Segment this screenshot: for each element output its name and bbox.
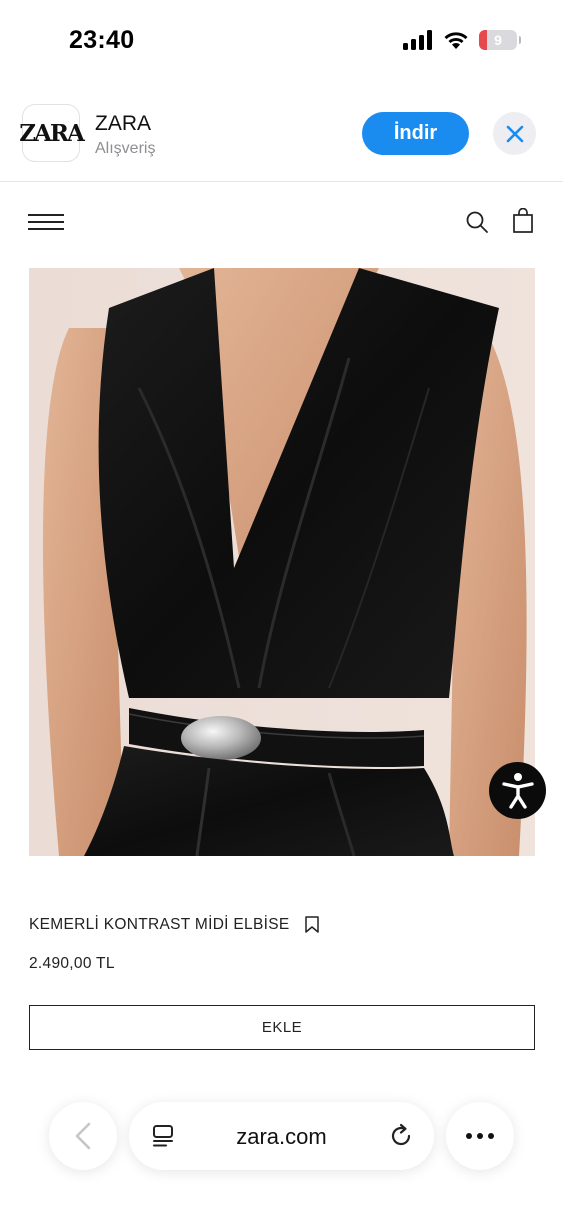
product-photo — [29, 268, 535, 856]
close-banner-button[interactable] — [493, 112, 536, 155]
wifi-icon — [444, 32, 468, 49]
accessibility-button[interactable] — [489, 762, 546, 819]
search-icon[interactable] — [465, 210, 489, 234]
reload-icon[interactable] — [388, 1123, 414, 1149]
address-bar[interactable]: zara.com — [129, 1102, 434, 1170]
app-category: Alışveriş — [95, 140, 156, 157]
close-icon — [506, 125, 523, 142]
get-app-button[interactable]: İndir — [362, 112, 469, 155]
battery-level: 9 — [494, 32, 502, 48]
accessibility-icon — [501, 772, 534, 809]
hamburger-menu-icon[interactable] — [28, 212, 64, 232]
page: 23:40 9 ZARA ZARA Alışveriş İndir KEMERL… — [0, 0, 563, 1219]
app-name: ZARA — [95, 112, 152, 135]
battery-fill — [479, 30, 488, 50]
more-button[interactable] — [446, 1102, 514, 1170]
back-button[interactable] — [49, 1102, 117, 1170]
chevron-left-icon — [75, 1122, 91, 1150]
shopping-bag-icon[interactable] — [512, 208, 534, 234]
signal-icon — [403, 30, 432, 50]
status-icons: 9 — [403, 30, 521, 50]
product-price: 2.490,00 TL — [29, 955, 115, 972]
status-time: 23:40 — [69, 26, 135, 54]
product-image[interactable] — [29, 268, 535, 856]
app-banner: ZARA ZARA Alışveriş İndir — [0, 100, 563, 182]
bookmark-icon[interactable] — [305, 916, 319, 933]
battery-icon: 9 — [479, 30, 521, 50]
product-title: KEMERLİ KONTRAST MİDİ ELBİSE — [29, 916, 290, 933]
more-icon — [466, 1133, 494, 1139]
add-to-cart-button[interactable]: EKLE — [29, 1005, 535, 1050]
app-icon[interactable]: ZARA — [19, 104, 85, 162]
